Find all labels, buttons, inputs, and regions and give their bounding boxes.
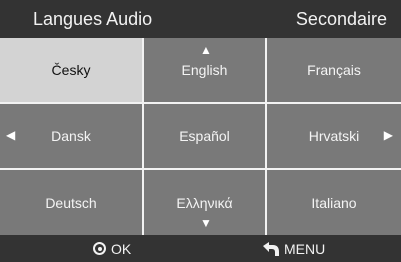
language-label: Deutsch [45, 194, 97, 211]
ok-icon [93, 242, 106, 255]
language-label: Français [307, 62, 361, 78]
arrow-up-icon: ▲ [200, 43, 212, 57]
arrow-right-icon: ▶ [383, 128, 393, 142]
button-hint-bar: OK MENU [0, 235, 401, 262]
audio-language-menu: Langues Audio Secondaire Česky ▲ English… [0, 0, 401, 262]
language-option-english[interactable]: ▲ English [144, 38, 265, 102]
language-option-hrvatski[interactable]: Hrvatski ▶ [267, 104, 401, 168]
language-option-cesky[interactable]: Česky [0, 38, 142, 102]
language-grid: Česky ▲ English Français ◀ Dansk Español… [0, 38, 401, 235]
language-option-greek[interactable]: Ελληνικά ▼ [144, 170, 265, 235]
arrow-down-icon: ▼ [200, 216, 212, 230]
language-label: Italiano [311, 194, 357, 211]
back-menu-icon [263, 241, 279, 256]
language-label: English [181, 62, 228, 78]
menu-button-hint[interactable]: MENU [262, 235, 325, 262]
menu-label: MENU [284, 240, 326, 257]
menu-header: Langues Audio Secondaire [0, 0, 401, 38]
language-label: Español [179, 128, 230, 144]
ok-button-hint[interactable]: OK [93, 235, 131, 262]
language-label: Dansk [51, 128, 91, 144]
language-label: Hrvatski [308, 128, 360, 144]
menu-title: Langues Audio [33, 9, 153, 29]
language-option-espanol[interactable]: Español [144, 104, 265, 168]
language-option-dansk[interactable]: ◀ Dansk [0, 104, 142, 168]
arrow-left-icon: ◀ [6, 128, 16, 142]
language-label: Česky [51, 62, 91, 78]
language-label: Ελληνικά [176, 194, 233, 211]
language-option-italiano[interactable]: Italiano [267, 170, 401, 235]
ok-label: OK [111, 240, 132, 257]
language-option-francais[interactable]: Français [267, 38, 401, 102]
audio-mode-label: Secondaire [295, 9, 387, 29]
language-option-deutsch[interactable]: Deutsch [0, 170, 142, 235]
